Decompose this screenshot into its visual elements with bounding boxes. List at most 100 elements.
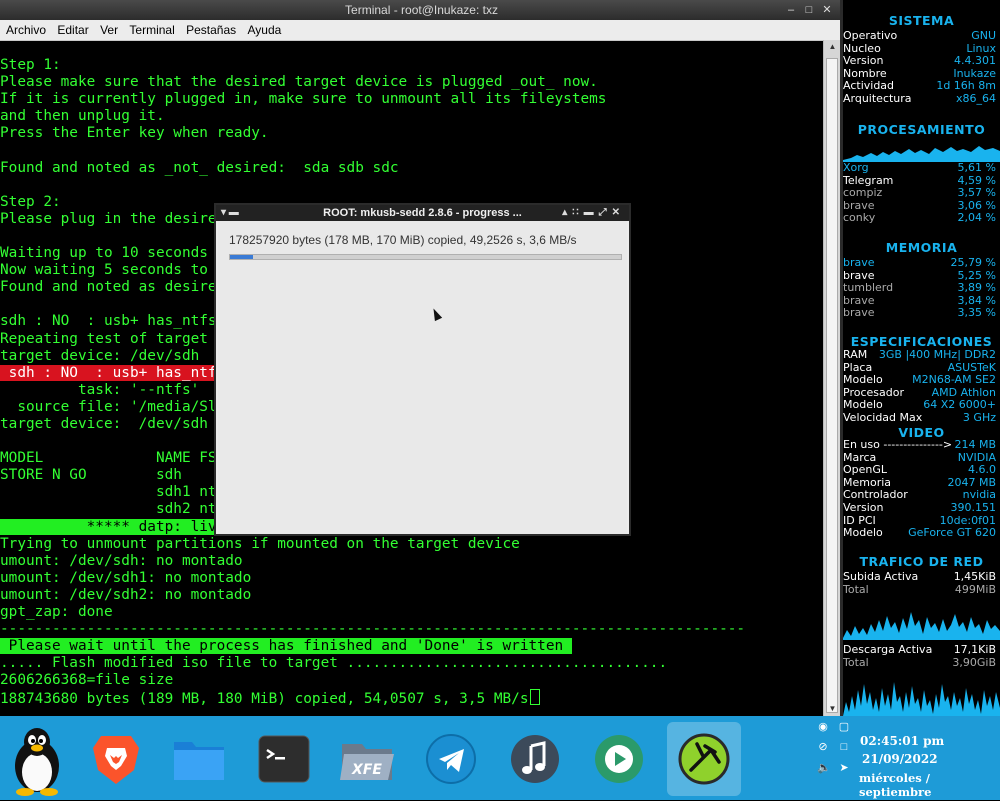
conky-panel: SISTEMA Operativo GNU Nucleo Linux Version 4.… bbox=[843, 0, 1000, 716]
terminal-line: ..... Flash modified iso file to target … bbox=[0, 655, 668, 672]
terminal-line: 188743680 bytes (189 MB, 180 MiB) copied… bbox=[0, 689, 823, 707]
window-menu-icon[interactable]: ▾ ▬ bbox=[221, 205, 239, 221]
video-row: Memoria 2047 MB bbox=[843, 475, 996, 489]
terminal-line: If it is currently plugged in, make sure… bbox=[0, 91, 607, 108]
memoria-row: tumblerd 3,89 % bbox=[843, 281, 996, 295]
music-icon[interactable] bbox=[498, 722, 572, 796]
upload-graph bbox=[843, 612, 1000, 640]
especificaciones-row: Placa ASUSTeK bbox=[843, 360, 996, 374]
progress-bar bbox=[229, 254, 622, 260]
telegram-icon[interactable] bbox=[414, 722, 488, 796]
scroll-down-icon[interactable]: ▼ bbox=[824, 702, 841, 716]
menu-ver[interactable]: Ver bbox=[100, 20, 118, 40]
brave-icon[interactable] bbox=[79, 722, 153, 796]
media-player-icon[interactable] bbox=[582, 722, 656, 796]
especificaciones-row: Modelo M2N68-AM SE2 bbox=[843, 373, 996, 387]
telegram-tray-icon[interactable]: ➤ bbox=[838, 762, 850, 774]
clock-weekday: miércoles / septiembre bbox=[859, 771, 932, 799]
clipboard-icon[interactable]: ▢ bbox=[838, 721, 850, 733]
especificaciones-row: Velocidad Max 3 GHz bbox=[843, 411, 996, 424]
net-upload-total-row: Total 499MiB bbox=[843, 583, 996, 596]
terminal-line: Trying to unmount partitions if mounted … bbox=[0, 535, 520, 552]
terminal-line: umount: /dev/sdh2: no montado bbox=[0, 586, 252, 603]
procesamiento-row: brave 3,06 % bbox=[843, 198, 996, 212]
net-download-total-row: Total 3,90GiB bbox=[843, 656, 996, 669]
sistema-row: Nombre Inukaze bbox=[843, 66, 996, 80]
memoria-row: brave 25,79 % bbox=[843, 256, 996, 269]
progress-bar-fill bbox=[230, 255, 254, 259]
sistema-row: Nucleo Linux bbox=[843, 41, 996, 55]
especificaciones-row: RAM 3GB |400 MHz| DDR2 bbox=[843, 348, 996, 361]
terminal-line: umount: /dev/sdh1: no montado bbox=[0, 569, 252, 586]
sistema-row: Arquitectura x86_64 bbox=[843, 92, 996, 105]
cpu-graph bbox=[843, 146, 1000, 162]
xfe-icon[interactable]: XFE bbox=[330, 722, 404, 796]
terminal-line: and then unplug it. bbox=[0, 108, 165, 125]
progress-dialog[interactable]: ▾ ▬ ROOT: mkusb-sedd 2.8.6 - progress ..… bbox=[214, 203, 631, 536]
terminal-line: Press the Enter key when ready. bbox=[0, 125, 269, 142]
tux-icon[interactable] bbox=[0, 722, 74, 796]
dialog-content: 178257920 bytes (178 MB, 170 MiB) copied… bbox=[218, 221, 627, 534]
folder-icon[interactable] bbox=[162, 722, 236, 796]
terminal-line: ----------------------------------------… bbox=[0, 621, 746, 638]
taskbar: XFE ◉ ▢ ⊘ □ 🔈 ➤ 02:45:01 pm 21/09/2022 m… bbox=[0, 716, 1000, 800]
scrollbar-thumb[interactable] bbox=[826, 58, 838, 713]
especificaciones-row: Procesador AMD Athlon bbox=[843, 385, 996, 399]
maximize-button[interactable]: □ bbox=[802, 3, 816, 17]
menu-archivo[interactable]: Archivo bbox=[6, 20, 46, 40]
scroll-up-icon[interactable]: ▲ bbox=[824, 40, 841, 54]
sistema-row: Version 4.4.301 bbox=[843, 54, 996, 68]
terminal-line: Step 1: bbox=[0, 57, 61, 73]
terminal-line: umount: /dev/sdh: no montado bbox=[0, 552, 243, 569]
shield-icon[interactable]: ◉ bbox=[817, 721, 829, 733]
section-red: TRAFICO DE RED bbox=[859, 554, 984, 569]
clock-date[interactable]: 21/09/2022 bbox=[862, 752, 938, 766]
video-row: Modelo GeForce GT 620 bbox=[843, 526, 996, 540]
memoria-row: brave 5,25 % bbox=[843, 268, 996, 282]
net-download-row: Descarga Activa 17,1KiB bbox=[843, 643, 996, 656]
procesamiento-row: Telegram 4,59 % bbox=[843, 173, 996, 187]
no-entry-icon[interactable]: ⊘ bbox=[817, 741, 829, 753]
terminal-titlebar[interactable]: Terminal - root@Inukaze: txz – □ ✕ bbox=[0, 0, 843, 20]
close-button[interactable]: ✕ bbox=[820, 3, 834, 17]
menu-terminal[interactable]: Terminal bbox=[129, 20, 174, 40]
menu-ayuda[interactable]: Ayuda bbox=[248, 20, 282, 40]
video-row: ID PCI 10de:0f01 bbox=[843, 513, 996, 527]
progress-status-text: 178257920 bytes (178 MB, 170 MiB) copied… bbox=[229, 233, 577, 247]
terminal-line: 2606266368=file size bbox=[0, 672, 174, 689]
section-procesamiento: PROCESAMIENTO bbox=[857, 122, 986, 137]
menu-editar[interactable]: Editar bbox=[57, 20, 88, 40]
section-memoria: MEMORIA bbox=[885, 240, 958, 255]
sistema-row: Actividad 1d 16h 8m bbox=[843, 79, 996, 93]
dialog-titlebar[interactable]: ▾ ▬ ROOT: mkusb-sedd 2.8.6 - progress ..… bbox=[216, 205, 629, 221]
terminal-line: Found and noted as _not_ desired: sda sd… bbox=[0, 159, 399, 176]
net-upload-row: Subida Activa 1,45KiB bbox=[843, 570, 996, 583]
procesamiento-row: conky 2,04 % bbox=[843, 211, 996, 225]
terminal-cursor bbox=[529, 689, 540, 706]
chat-icon[interactable]: □ bbox=[838, 741, 850, 753]
terminal-scrollbar[interactable]: ▲ ▼ bbox=[823, 40, 841, 716]
terminal-menubar: Archivo Editar Ver Terminal Pestañas Ayu… bbox=[0, 20, 843, 41]
procesamiento-row: Xorg 5,61 % bbox=[843, 161, 996, 174]
memoria-row: brave 3,84 % bbox=[843, 293, 996, 307]
procesamiento-row: compiz 3,57 % bbox=[843, 186, 996, 200]
dialog-title: ROOT: mkusb-sedd 2.8.6 - progress ... bbox=[323, 207, 522, 219]
terminal-line: Please make sure that the desired target… bbox=[0, 74, 598, 91]
video-row: Controlador nvidia bbox=[843, 488, 996, 502]
section-sistema: SISTEMA bbox=[888, 13, 955, 28]
minimize-button[interactable]: – bbox=[784, 3, 798, 17]
terminal-line: gpt_zap: done bbox=[0, 604, 113, 620]
volume-icon[interactable]: 🔈 bbox=[817, 762, 831, 774]
menu-pestanas[interactable]: Pestañas bbox=[186, 20, 236, 40]
clock-time[interactable]: 02:45:01 pm bbox=[860, 734, 944, 748]
section-especificaciones: ESPECIFICACIONES bbox=[850, 334, 993, 349]
terminal-line: Please wait until the process has finish… bbox=[0, 638, 572, 655]
mkusb-icon[interactable] bbox=[667, 722, 741, 796]
video-row: OpenGL 4.6.0 bbox=[843, 463, 996, 477]
svg-text:XFE: XFE bbox=[351, 762, 382, 778]
dialog-window-buttons[interactable]: ▴∷▬⤢✕ bbox=[562, 205, 625, 221]
terminal-icon[interactable] bbox=[247, 722, 321, 796]
terminal-title: Terminal - root@Inukaze: txz bbox=[345, 3, 498, 17]
